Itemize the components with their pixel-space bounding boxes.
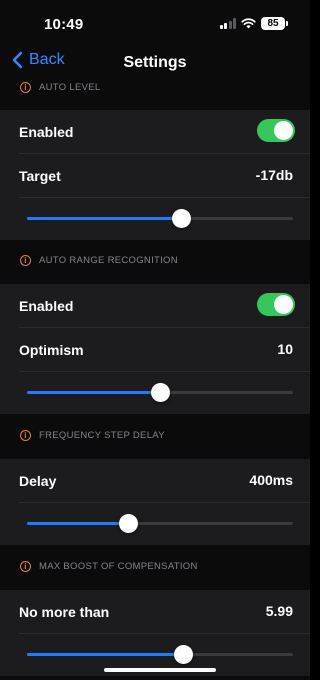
row-enabled: Enabled <box>0 110 310 154</box>
section-header-label: AUTO RANGE RECOGNITION <box>39 255 178 266</box>
section-header-frequency-step-delay: i FREQUENCY STEP DELAY <box>0 430 310 441</box>
wifi-icon <box>241 18 256 29</box>
row-label: Enabled <box>19 298 74 314</box>
status-time: 10:49 <box>44 16 84 33</box>
battery-icon: 85 <box>261 17 285 30</box>
section-header-label: MAX BOOST OF COMPENSATION <box>39 561 198 572</box>
row-enabled: Enabled <box>0 284 310 328</box>
row-value: -17db <box>255 167 293 183</box>
row-label: Delay <box>19 473 57 489</box>
signal-icon <box>219 18 236 29</box>
toggle-knob <box>274 121 293 140</box>
group-auto-range: Enabled Optimism 10 <box>0 284 310 414</box>
row-value: 10 <box>277 341 293 357</box>
battery-tip <box>286 21 288 26</box>
group-frequency-step-delay: Delay 400ms <box>0 459 310 545</box>
row-optimism: Optimism 10 <box>0 328 310 372</box>
row-target: Target -17db <box>0 154 310 198</box>
row-value: 5.99 <box>265 603 293 619</box>
group-max-boost: No more than 5.99 <box>0 590 310 676</box>
nav-bar: Back Settings <box>0 44 310 80</box>
info-icon[interactable]: i <box>20 561 31 572</box>
home-indicator[interactable] <box>104 668 216 672</box>
section-header-auto-level: i AUTO LEVEL <box>0 82 310 93</box>
slider-fill <box>27 391 160 394</box>
slider-thumb[interactable] <box>174 645 194 664</box>
group-auto-level: Enabled Target -17db <box>0 110 310 240</box>
slider-fill <box>27 522 129 525</box>
section-header-label: AUTO LEVEL <box>39 82 101 93</box>
slider-track[interactable] <box>27 514 293 533</box>
slider-thumb[interactable] <box>171 209 191 228</box>
slider-thumb[interactable] <box>118 514 138 533</box>
page-title: Settings <box>123 54 187 71</box>
slider-thumb[interactable] <box>150 383 170 402</box>
slider-fill <box>27 653 184 656</box>
auto-level-enabled-toggle[interactable] <box>257 119 295 142</box>
slider-fill <box>27 217 182 220</box>
info-icon[interactable]: i <box>20 430 31 441</box>
section-header-label: FREQUENCY STEP DELAY <box>39 430 165 441</box>
auto-range-enabled-toggle[interactable] <box>257 293 295 316</box>
row-label: Target <box>19 168 61 184</box>
row-label: Optimism <box>19 342 84 358</box>
delay-slider[interactable] <box>0 503 310 545</box>
section-header-max-boost: i MAX BOOST OF COMPENSATION <box>0 561 310 572</box>
row-delay: Delay 400ms <box>0 459 310 503</box>
target-slider[interactable] <box>0 198 310 240</box>
row-value: 400ms <box>249 472 293 488</box>
slider-track[interactable] <box>27 645 293 664</box>
status-icons: 85 <box>219 17 288 30</box>
row-label: No more than <box>19 604 110 620</box>
slider-track[interactable] <box>27 209 293 228</box>
row-label: Enabled <box>19 124 74 140</box>
settings-screen: 10:49 85 Back Settings i AUTO LEVEL Enab… <box>0 0 310 680</box>
slider-track[interactable] <box>27 383 293 402</box>
section-header-auto-range: i AUTO RANGE RECOGNITION <box>0 255 310 266</box>
row-no-more-than: No more than 5.99 <box>0 590 310 634</box>
info-icon[interactable]: i <box>20 255 31 266</box>
status-bar: 10:49 85 <box>0 0 310 44</box>
optimism-slider[interactable] <box>0 372 310 414</box>
info-icon[interactable]: i <box>20 82 31 93</box>
toggle-knob <box>274 295 293 314</box>
